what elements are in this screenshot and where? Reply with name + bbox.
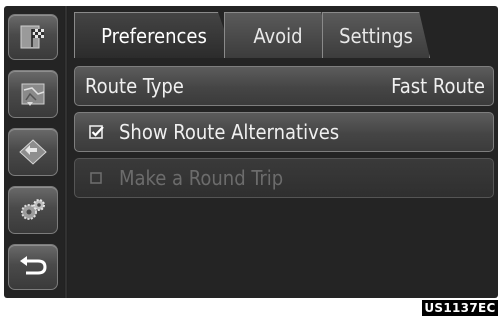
route-arrow-icon <box>19 139 47 165</box>
rail-divider <box>64 6 68 298</box>
make-round-trip-row: Make a Round Trip <box>74 158 494 198</box>
back-button[interactable] <box>8 244 58 290</box>
tab-settings[interactable]: Settings <box>322 12 430 58</box>
destination-button[interactable] <box>8 14 58 60</box>
tab-label: Preferences <box>101 23 207 48</box>
route-type-value: Fast Route <box>391 74 485 98</box>
destination-flag-icon <box>20 25 44 49</box>
left-icon-rail <box>4 6 68 298</box>
route-type-row[interactable]: Route Type Fast Route <box>74 66 494 106</box>
map-icon <box>21 83 45 106</box>
checkbox-checked-icon[interactable] <box>89 124 105 140</box>
tab-label: Settings <box>339 23 413 48</box>
settings-gears-icon <box>21 199 45 220</box>
route-button[interactable] <box>8 128 58 176</box>
back-icon <box>20 256 47 275</box>
settings-button[interactable] <box>8 186 58 234</box>
tab-avoid[interactable]: Avoid <box>224 12 332 58</box>
figure-code: US1137EC <box>422 300 498 316</box>
tab-preferences[interactable]: Preferences <box>74 12 234 58</box>
map-button[interactable] <box>8 70 58 118</box>
checkbox-empty-icon <box>89 170 105 186</box>
show-route-alternatives-label: Show Route Alternatives <box>119 120 340 144</box>
nav-screen: Preferences Avoid Settings Route Type Fa… <box>4 6 498 298</box>
tab-bar: Preferences Avoid Settings <box>74 12 494 58</box>
make-round-trip-label: Make a Round Trip <box>119 166 284 190</box>
route-type-label: Route Type <box>85 74 184 98</box>
tab-label: Avoid <box>253 23 303 48</box>
show-route-alternatives-row[interactable]: Show Route Alternatives <box>74 112 494 152</box>
